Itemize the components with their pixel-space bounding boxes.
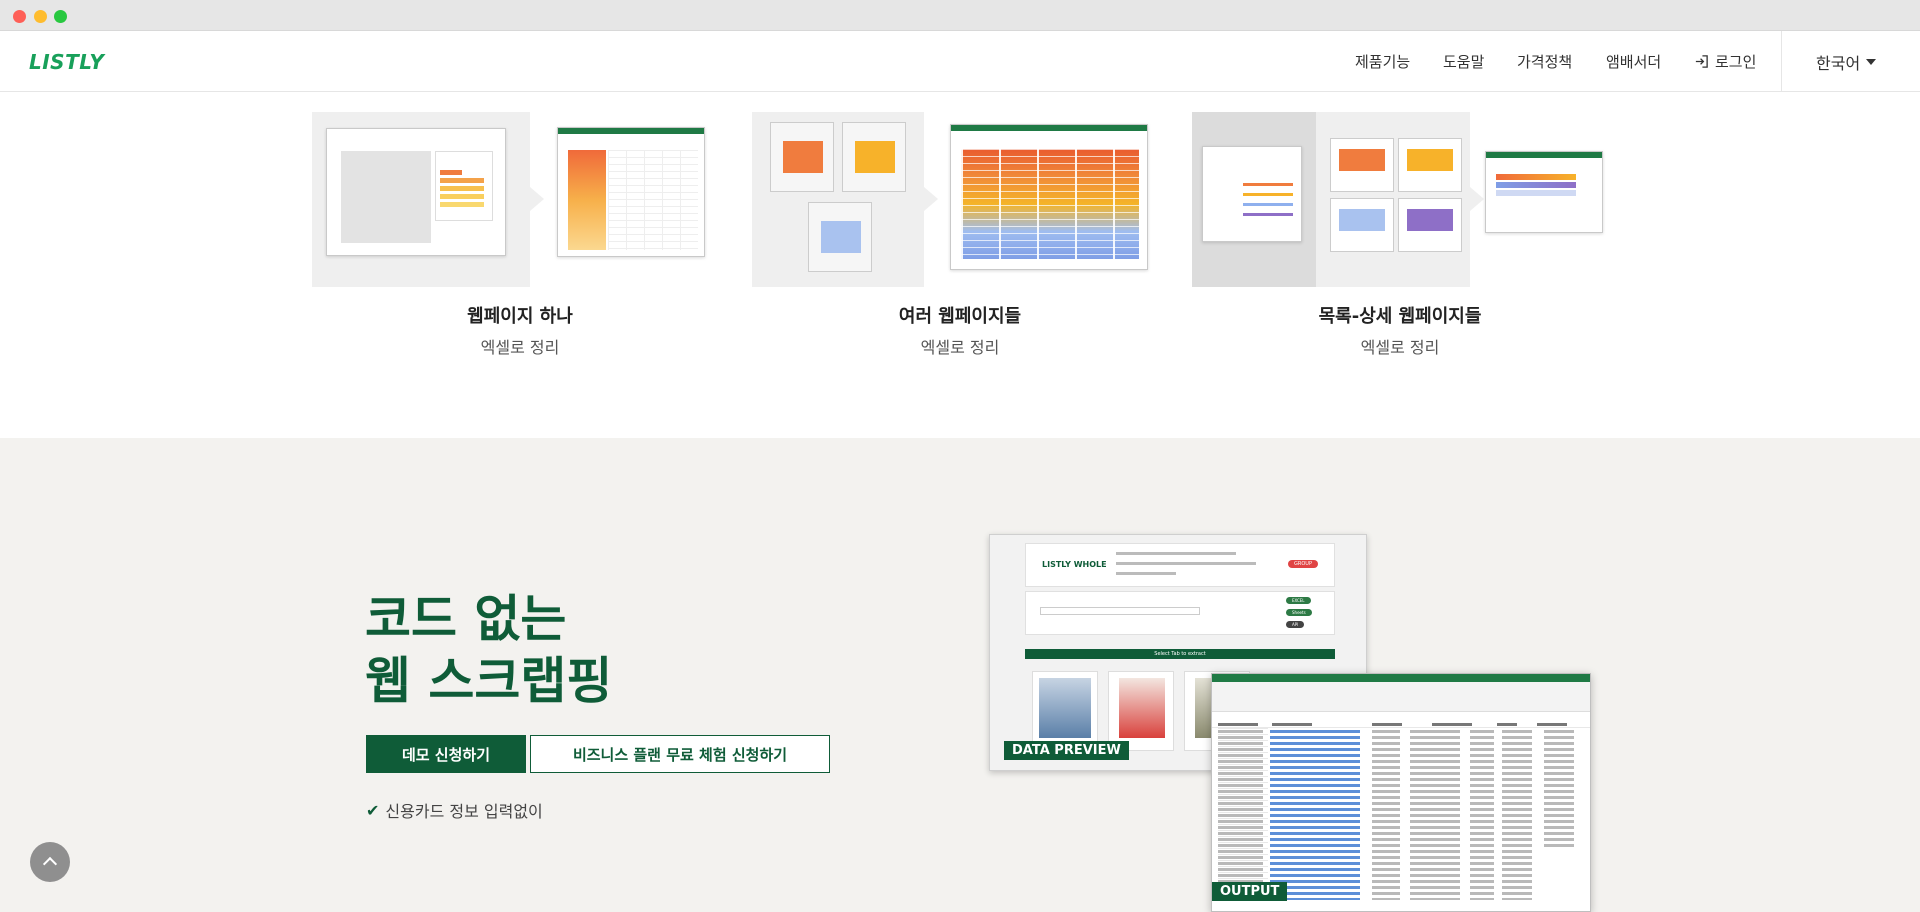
demo-request-button[interactable]: 데모 신청하기: [366, 735, 526, 773]
business-trial-button[interactable]: 비즈니스 플랜 무료 체험 신청하기: [530, 735, 830, 773]
nav-help[interactable]: 도움말: [1443, 51, 1484, 72]
feature-title-multi: 여러 웹페이지들: [898, 306, 1022, 327]
hero-title: 코드 없는 웹 스크랩핑: [365, 588, 612, 712]
feature-title-single: 웹페이지 하나: [467, 306, 573, 327]
spreadsheet-mockup: [950, 124, 1148, 270]
feature-image-list-detail: [1192, 112, 1316, 287]
maximize-window-button[interactable]: [54, 10, 67, 23]
no-credit-card-text: 신용카드 정보 입력없이: [385, 802, 543, 821]
hero-title-line1: 코드 없는: [365, 590, 567, 648]
preview-options: EXCEL Sheets API: [1025, 591, 1335, 635]
check-icon: ✔: [366, 800, 380, 820]
preview-group-button: GROUP: [1288, 560, 1318, 568]
preview-brand: LISTLY WHOLE: [1042, 560, 1107, 569]
list-page-mockup: [1202, 146, 1302, 242]
output-spreadsheet-screenshot: OUTPUT: [1211, 673, 1591, 912]
login-link[interactable]: 로그인: [1694, 51, 1756, 72]
feature-subtitle-list-detail: 엑셀로 정리: [1360, 338, 1440, 357]
nav-features[interactable]: 제품기능: [1355, 51, 1410, 72]
listly-logo[interactable]: LISTLY: [29, 50, 104, 74]
hero-title-line2: 웹 스크랩핑: [365, 652, 613, 710]
preview-api-button: API: [1286, 621, 1305, 628]
product-thumb: [1108, 671, 1174, 751]
nav-pricing[interactable]: 가격정책: [1517, 51, 1572, 72]
language-selector[interactable]: 한국어: [1816, 50, 1877, 74]
minimize-window-button[interactable]: [34, 10, 47, 23]
site-header: LISTLY 제품기능 도움말 가격정책 앰배서더 로그인 한국어: [0, 31, 1920, 92]
no-credit-card-note: ✔ 신용카드 정보 입력없이: [366, 798, 543, 822]
arrow-right-icon: [1470, 187, 1484, 211]
hero-section: [0, 438, 1920, 912]
image-placeholder-icon: [341, 151, 431, 243]
preview-tab-bar: Select Tab to extract: [1025, 649, 1335, 659]
feature-image-detail-pages: [1316, 112, 1470, 287]
product-thumb: [1032, 671, 1098, 751]
scroll-to-top-button[interactable]: [30, 842, 70, 882]
preview-excel-button: EXCEL: [1286, 597, 1311, 604]
feature-subtitle-single: 엑셀로 정리: [480, 338, 560, 357]
feature-image-single-page: [312, 112, 530, 287]
browser-mockup: [326, 128, 506, 256]
login-icon: [1695, 55, 1708, 68]
login-label: 로그인: [1715, 53, 1757, 71]
language-label: 한국어: [1816, 54, 1861, 73]
data-preview-label: DATA PREVIEW: [1004, 741, 1129, 760]
feature-title-list-detail: 목록-상세 웹페이지들: [1318, 306, 1482, 327]
feature-image-multi-page: [752, 112, 924, 287]
output-label: OUTPUT: [1212, 882, 1288, 901]
chevron-up-icon: [42, 856, 58, 872]
spreadsheet-mockup: [1485, 151, 1603, 233]
close-window-button[interactable]: [13, 10, 26, 23]
preview-sheets-button: Sheets: [1286, 609, 1312, 616]
caret-down-icon: [1866, 59, 1877, 65]
spreadsheet-mockup: [557, 127, 705, 257]
preview-header: LISTLY WHOLE GROUP: [1025, 543, 1335, 587]
list-panel: [435, 151, 493, 221]
feature-subtitle-multi: 엑셀로 정리: [920, 338, 1000, 357]
arrow-right-icon: [530, 187, 544, 211]
window-titlebar: [0, 0, 1920, 31]
arrow-right-icon: [924, 187, 938, 211]
nav-ambassador[interactable]: 앰배서더: [1606, 51, 1661, 72]
header-divider: [1781, 31, 1782, 92]
